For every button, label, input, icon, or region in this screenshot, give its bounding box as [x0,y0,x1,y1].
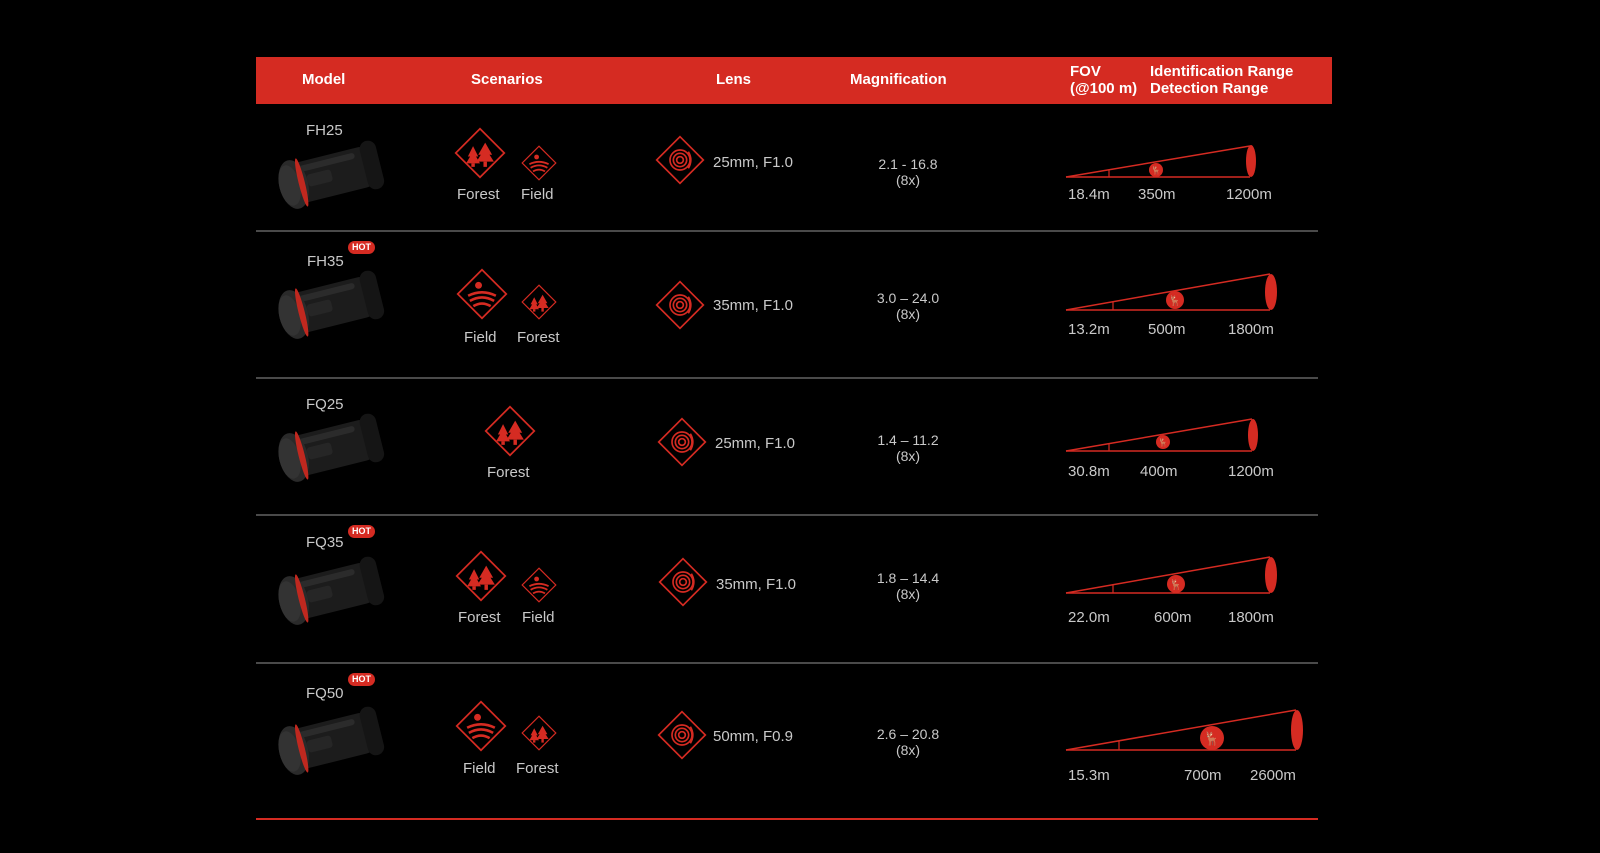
thermal-monocular-image [266,556,390,630]
svg-text:🦌: 🦌 [1204,731,1220,747]
svg-text:🦌: 🦌 [1170,578,1182,591]
forest-icon [484,405,536,457]
magnification-range: 3.0 – 24.0 [876,290,940,306]
fov-range-diagram: 🦌 [1065,273,1277,311]
magnification-range: 2.1 - 16.8 [878,156,938,172]
header-fov-line1: FOV [1070,63,1101,80]
header-magnification: Magnification [850,71,947,88]
detection-range-value: 1200m [1226,186,1272,203]
magnification-range: 1.8 – 14.4 [876,570,940,586]
header-fov-line2: (@100 m) [1070,80,1138,97]
table-bottom-border [256,818,1318,820]
scenario-label: Field [463,760,496,777]
scenario-label: Forest [457,186,500,203]
zoom-factor: (8x) [895,448,921,464]
zoom-factor: (8x) [895,742,921,758]
forest-icon [521,284,557,320]
identification-range-value: 700m [1184,767,1222,784]
field-icon [455,700,507,752]
thermal-monocular-image [266,413,390,487]
model-name: FQ50 [306,685,344,702]
lens-spec: 50mm, F0.9 [713,728,794,745]
scenario-label: Forest [487,464,530,481]
hot-badge: HOT [348,673,375,686]
field-icon [456,268,508,320]
row-divider [256,230,1318,232]
fov-range-diagram: 🦌 [1065,145,1256,178]
zoom-factor: (8x) [895,306,921,322]
field-icon [521,567,557,603]
thermal-monocular-image [266,270,390,344]
lens-spec: 25mm, F1.0 [715,435,796,452]
fov-range-diagram: 🦌 [1065,418,1258,452]
lens-icon [655,280,705,330]
fov-value: 22.0m [1068,609,1110,626]
scenario-label: Forest [458,609,501,626]
lens-icon [657,417,707,467]
identification-range-value: 500m [1148,321,1186,338]
hot-badge: HOT [348,241,375,254]
lens-spec: 35mm, F1.0 [716,576,797,593]
header-identification-range: Identification Range [1150,63,1294,80]
lens-icon [657,710,707,760]
detection-range-value: 1800m [1228,609,1274,626]
row-divider [256,514,1318,516]
header-detection-range: Detection Range [1150,80,1269,97]
fov-value: 30.8m [1068,463,1110,480]
scenario-label: Field [522,609,555,626]
detection-range-value: 2600m [1250,767,1296,784]
detection-range-value: 1200m [1228,463,1274,480]
zoom-factor: (8x) [895,172,921,188]
header-model: Model [302,71,346,88]
thermal-monocular-image [266,706,390,780]
thermal-monocular-image [266,140,390,214]
forest-icon [454,127,506,179]
magnification-range: 1.4 – 11.2 [877,432,939,448]
identification-range-value: 600m [1154,609,1192,626]
fov-value: 15.3m [1068,767,1110,784]
row-divider [256,377,1318,379]
svg-text:🦌: 🦌 [1169,294,1181,307]
scenario-label: Forest [517,329,560,346]
row-divider [256,662,1318,664]
svg-text:🦌: 🦌 [1158,437,1168,447]
model-name: FQ35 [306,534,344,551]
lens-icon [658,557,708,607]
zoom-factor: (8x) [895,586,921,602]
scenario-label: Field [521,186,554,203]
svg-text:🦌: 🦌 [1151,165,1161,175]
lens-spec: 25mm, F1.0 [713,154,794,171]
header-lens: Lens [716,71,752,88]
fov-range-diagram: 🦌 [1065,556,1277,594]
fov-value: 18.4m [1068,186,1110,203]
identification-range-value: 350m [1138,186,1176,203]
scenario-label: Field [464,329,497,346]
header-scenarios: Scenarios [471,71,543,88]
detection-range-value: 1800m [1228,321,1274,338]
forest-icon [521,715,557,751]
magnification-range: 2.6 – 20.8 [876,726,940,742]
field-icon [521,145,557,181]
forest-icon [455,550,507,602]
fov-range-diagram: 🦌 [1065,709,1303,751]
fov-value: 13.2m [1068,321,1110,338]
model-name: FH35 [307,253,344,270]
model-name: FQ25 [306,396,344,413]
identification-range-value: 400m [1140,463,1178,480]
lens-spec: 35mm, F1.0 [713,297,794,314]
scenario-label: Forest [516,760,559,777]
lens-icon [655,135,705,185]
model-name: FH25 [306,122,343,139]
hot-badge: HOT [348,525,375,538]
